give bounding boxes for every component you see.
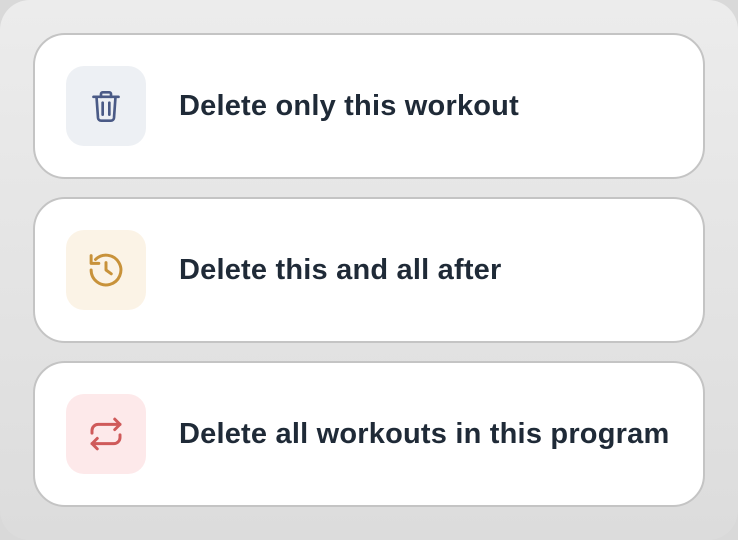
history-icon (85, 249, 127, 291)
delete-only-this-workout-button[interactable]: Delete only this workout (33, 33, 705, 179)
repeat-icon (85, 413, 127, 455)
icon-tile-history (66, 230, 146, 310)
option-label: Delete all workouts in this program (179, 417, 670, 450)
icon-tile-trash (66, 66, 146, 146)
icon-tile-repeat (66, 394, 146, 474)
option-label: Delete this and all after (179, 253, 502, 286)
delete-all-workouts-in-program-button[interactable]: Delete all workouts in this program (33, 361, 705, 507)
delete-this-and-all-after-button[interactable]: Delete this and all after (33, 197, 705, 343)
option-label: Delete only this workout (179, 89, 519, 122)
delete-options-sheet: Delete only this workout Delete this and… (0, 0, 738, 540)
trash-icon (86, 86, 126, 126)
